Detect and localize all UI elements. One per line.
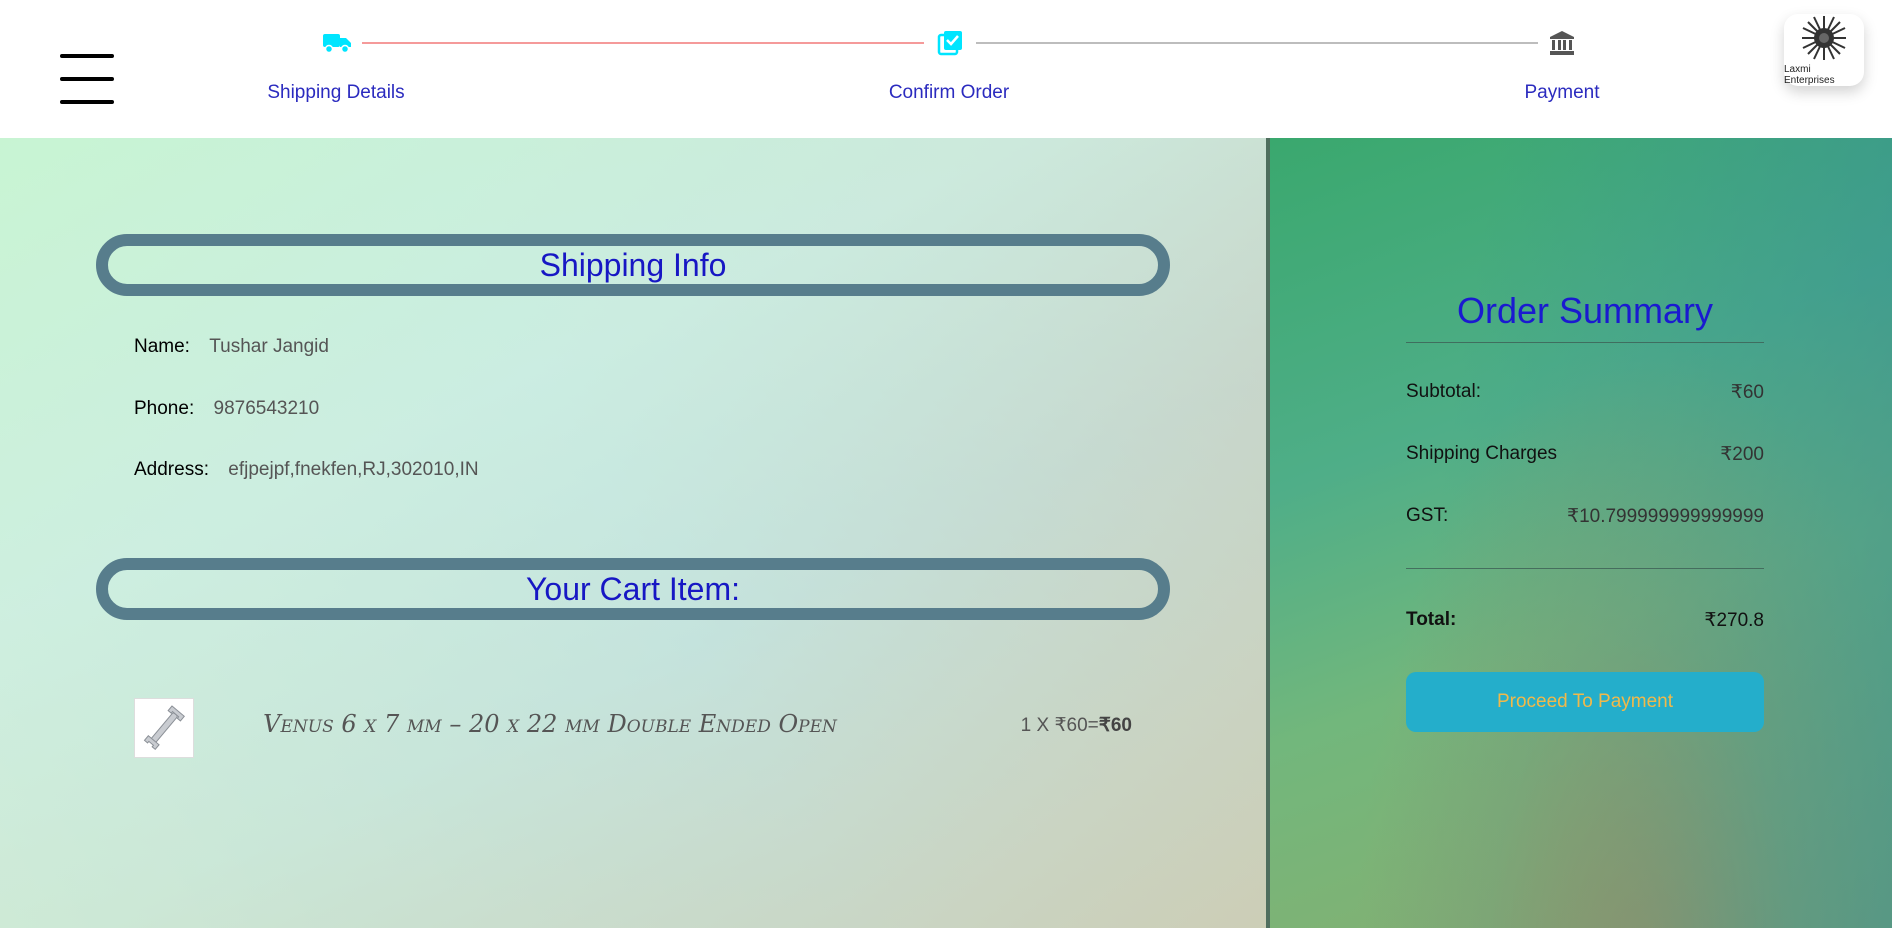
subtotal-label: Subtotal:	[1406, 381, 1481, 402]
shipping-phone-row: Phone: 9876543210	[134, 398, 319, 420]
shipping-name-row: Name: Tushar Jangid	[134, 336, 329, 358]
wrench-icon	[143, 705, 185, 751]
total-row: Total: ₹270.8	[1406, 609, 1764, 632]
total-label: Total:	[1406, 609, 1457, 630]
order-summary-title: Order Summary	[1456, 290, 1714, 331]
order-summary: Order Summary Subtotal: ₹60 Shipping Cha…	[1406, 290, 1764, 732]
phone-label: Phone:	[134, 398, 195, 419]
cart-heading: Your Cart Item:	[96, 558, 1170, 620]
shipping-charges-value: ₹200	[1720, 444, 1764, 465]
total-value: ₹270.8	[1704, 610, 1764, 631]
gst-value: ₹10.799999999999999	[1566, 506, 1764, 527]
brand-name: Laxmi Enterprises	[1784, 64, 1835, 86]
cart-item-name-link[interactable]: Venus 6 x 7 mm – 20 x 22 mm Double Ended…	[250, 710, 850, 738]
step-label-confirm: Confirm Order	[888, 82, 1010, 103]
subtotal-row: Subtotal: ₹60	[1406, 381, 1764, 404]
shipping-charges-row: Shipping Charges ₹200	[1406, 443, 1764, 466]
step-connector-2	[976, 42, 1538, 44]
shipping-charges-label: Shipping Charges	[1406, 443, 1558, 464]
gst-row: GST: ₹10.799999999999999	[1406, 505, 1764, 528]
address-value: efjpejpf,fnekfen,RJ,302010,IN	[228, 459, 479, 480]
truck-icon	[319, 26, 355, 60]
phone-value: 9876543210	[213, 398, 320, 419]
step-label-shipping: Shipping Details	[267, 82, 405, 103]
cart-item-price-expr: 1 X ₹60=	[1020, 715, 1099, 736]
bank-icon	[1544, 26, 1580, 60]
summary-divider-top	[1406, 342, 1764, 343]
summary-divider-bottom	[1406, 568, 1764, 569]
subtotal-value: ₹60	[1730, 382, 1764, 403]
brand-logo[interactable]: Laxmi Enterprises	[1784, 14, 1864, 86]
name-label: Name:	[134, 336, 190, 357]
proceed-to-payment-button[interactable]: Proceed To Payment	[1406, 672, 1764, 732]
step-label-payment: Payment	[1524, 82, 1600, 103]
cart-item-price: 1 X ₹60=₹60	[980, 714, 1132, 737]
shipping-address-row: Address: efjpejpf,fnekfen,RJ,302010,IN	[134, 459, 479, 481]
checklist-icon	[932, 26, 968, 60]
name-value: Tushar Jangid	[209, 336, 329, 357]
cart-item-thumbnail[interactable]	[134, 698, 194, 758]
step-connector-1	[362, 42, 924, 44]
menu-icon[interactable]	[60, 54, 114, 104]
sun-emblem-icon	[1802, 16, 1846, 60]
gst-label: GST:	[1406, 505, 1449, 526]
address-label: Address:	[134, 459, 209, 480]
top-bar: Shipping Details Confirm Order Payment L…	[0, 0, 1892, 138]
cart-item-line-total: ₹60	[1098, 715, 1132, 736]
shipping-info-heading: Shipping Info	[96, 234, 1170, 296]
